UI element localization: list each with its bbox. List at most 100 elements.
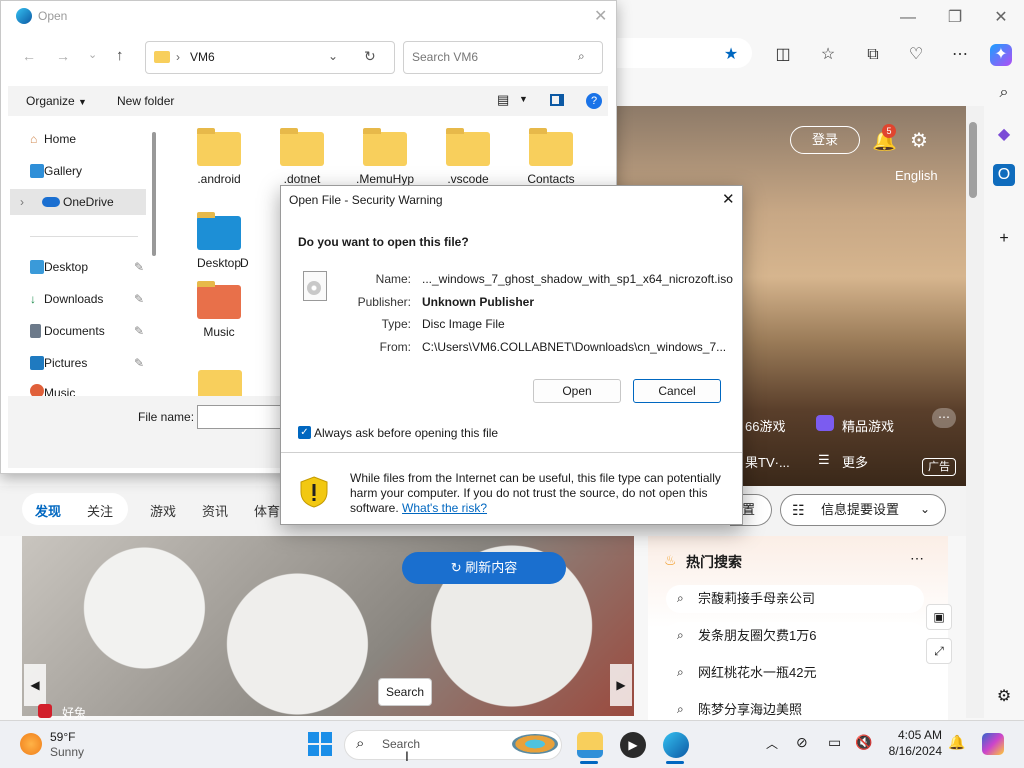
up-arrow-icon[interactable]: ↑ [116,47,124,64]
page-scrollbar[interactable] [966,106,984,718]
back-arrow-icon[interactable]: ← [22,48,36,64]
restore-icon[interactable]: ❐ [945,8,965,28]
start-windows-icon[interactable] [308,732,332,756]
refresh-icon[interactable]: ↻ [364,48,376,65]
carousel-prev-icon[interactable]: ◀ [24,664,46,706]
sun-icon[interactable] [20,733,42,755]
search-icon[interactable]: ⌕ [993,82,1015,104]
copilot-taskbar-icon[interactable] [982,733,1004,755]
clock-time[interactable]: 4:05 AM [886,728,942,742]
pin-icon[interactable]: ✎ [134,254,144,280]
always-ask-label[interactable]: Always ask before opening this file [314,426,498,440]
pin-icon[interactable]: ✎ [134,350,144,376]
copilot-sidebar-icon[interactable]: ◆ [993,124,1015,146]
minimize-icon[interactable]: — [898,8,918,28]
file-explorer-icon[interactable] [577,732,603,758]
pin-icon[interactable]: ✎ [134,286,144,312]
hot-search-item[interactable]: 发条朋友圈欠费1万6 [666,622,924,650]
view-icon[interactable]: ▤ [497,92,509,108]
folder-item[interactable]: .vscode [433,128,503,186]
volume-icon[interactable]: 🔇 [855,734,872,751]
outlook-icon[interactable]: O [993,164,1015,186]
folder-icon [197,128,241,166]
close-icon[interactable]: ✕ [594,6,607,26]
chevron-up-icon[interactable]: ︿ [766,735,778,752]
filename-input[interactable] [197,405,287,429]
search-input[interactable]: Search VM6 [403,41,603,74]
folder-item[interactable]: Contacts [516,128,586,186]
help-icon[interactable]: ? [586,93,602,109]
nav-item-home[interactable]: ⌂ Home [14,126,148,152]
nav-item-pictures[interactable]: Pictures ✎ [14,350,148,376]
media-player-icon[interactable]: ▶ [620,732,646,758]
folder-item[interactable]: .MemuHyp [350,128,420,186]
view-dropdown-icon[interactable]: ▼ [519,94,528,104]
cancel-button[interactable]: Cancel [633,379,721,403]
login-button[interactable]: 登录 [790,126,860,154]
scrollbar-thumb[interactable] [969,122,977,198]
nav-item-gallery[interactable]: Gallery [14,158,148,184]
more-icon[interactable]: ⋯ [949,44,971,66]
split-screen-icon[interactable]: ◫ [772,44,794,66]
add-icon[interactable]: + [993,228,1015,250]
more-link[interactable]: 更多 [842,452,868,471]
close-icon[interactable]: ✕ [991,8,1011,28]
notification-bell-icon[interactable]: 🔔 [948,734,965,751]
pin-icon[interactable]: ✎ [134,318,144,344]
close-icon[interactable]: ✕ [722,190,735,208]
nav-item-music[interactable]: Music [14,380,148,396]
path-dropdown-icon[interactable]: ⌄ [328,49,338,63]
favorites-icon[interactable]: ☆ [817,44,839,66]
weather-temp[interactable]: 59°F [50,730,75,744]
copilot-icon[interactable]: ✦ [990,44,1012,66]
always-ask-checkbox[interactable]: ✓ [298,426,311,439]
expand-chevron-icon[interactable]: › [20,189,24,215]
settings-icon[interactable]: ⚙ [993,686,1015,708]
tab-news[interactable]: 资讯 [202,501,228,520]
folder-item[interactable]: .dotnet [267,128,337,186]
edge-taskbar-icon[interactable] [663,732,689,758]
nav-item-downloads[interactable]: ↓ Downloads ✎ [14,286,148,312]
clock-date[interactable]: 8/16/2024 [880,744,942,758]
organize-button[interactable]: Organize ▼ [26,94,87,108]
hero-more-icon[interactable]: ⋯ [932,408,956,428]
tab-follow[interactable]: 关注 [87,501,113,520]
tab-discover[interactable]: 发现 [35,501,61,520]
nav-item-desktop[interactable]: Desktop ✎ [14,254,148,280]
weather-condition[interactable]: Sunny [50,745,84,759]
forward-arrow-icon[interactable]: → [56,48,70,64]
carousel-next-icon[interactable]: ▶ [610,664,632,706]
tv-link[interactable]: 果TV·... [745,452,790,471]
favorite-star-icon[interactable]: ★ [720,44,742,66]
refresh-content-button[interactable]: ↻ 刷新内容 [402,552,566,584]
whats-the-risk-link[interactable]: What's the risk? [402,501,487,515]
preview-pane-icon[interactable] [550,94,564,106]
folder-icon[interactable] [198,370,242,396]
folder-item[interactable]: D [240,216,280,270]
hot-search-item[interactable]: 网红桃花水一瓶42元 [666,659,924,687]
hot-search-item[interactable]: 宗馥莉接手母亲公司 [666,585,924,613]
tab-games[interactable]: 游戏 [150,501,176,520]
gear-icon[interactable]: ⚙ [910,128,928,153]
new-folder-button[interactable]: New folder [117,94,174,108]
folder-item[interactable]: .android [184,128,254,186]
display-icon[interactable]: ▭ [828,734,841,751]
tab-sports[interactable]: 体育 [254,501,280,520]
open-button[interactable]: Open [533,379,621,403]
game-link-66[interactable]: 66游戏 [745,416,785,435]
network-icon[interactable]: ⊘ [796,734,808,751]
collections-icon[interactable]: ⧉ [862,44,884,66]
folder-item[interactable]: Music [184,281,254,339]
breadcrumb-vm6[interactable]: VM6 [190,50,215,64]
hot-more-icon[interactable]: ⋯ [910,550,924,567]
expand-icon[interactable]: ⤢ [926,638,952,664]
game-link-premium[interactable]: 精品游戏 [842,416,894,435]
nav-item-onedrive[interactable]: › OneDrive [10,189,146,215]
recent-chevron-icon[interactable]: ⌄ [88,48,97,61]
path-box[interactable] [145,41,395,74]
performance-icon[interactable]: ♡ [905,44,927,66]
nav-item-documents[interactable]: Documents ✎ [14,318,148,344]
image-icon[interactable]: ▣ [926,604,952,630]
language-link[interactable]: English [895,168,938,183]
nav-scrollbar[interactable] [152,132,156,256]
